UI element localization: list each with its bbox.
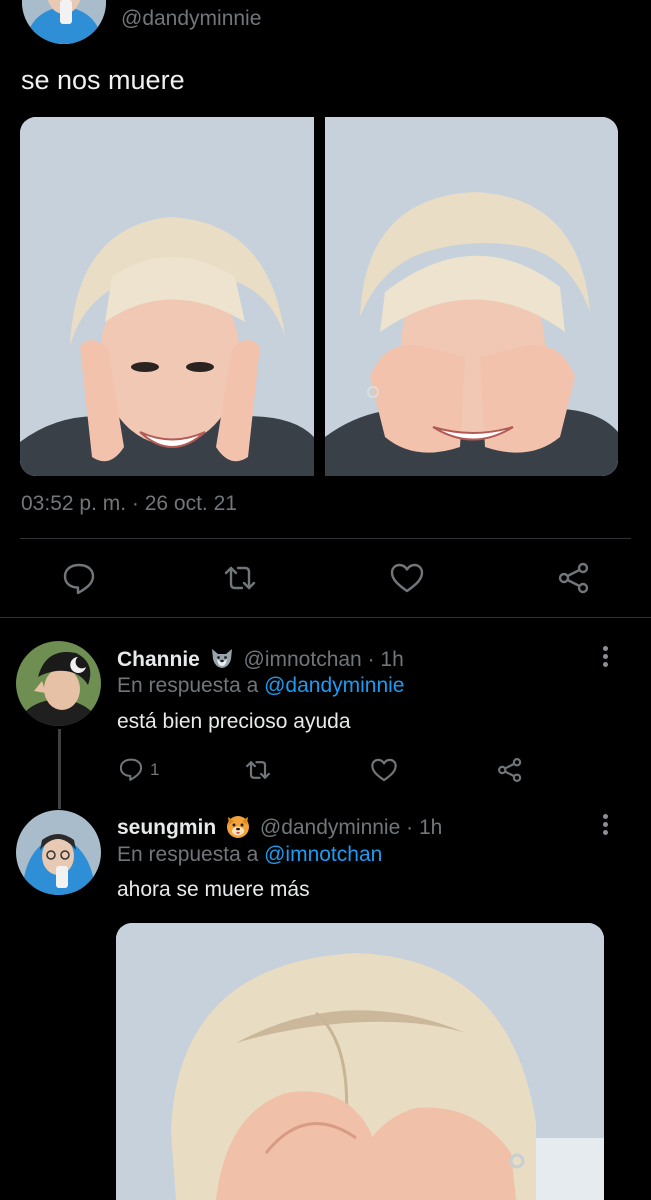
more-options-icon[interactable] [602,0,622,8]
tweet-text: se nos muere [21,65,185,95]
share-icon[interactable] [496,756,524,784]
reply-author-handle[interactable]: @dandyminnie [260,816,400,839]
reply-time[interactable]: 1h [419,816,442,839]
reply-author-handle[interactable]: @imnotchan [244,648,362,671]
reply-time[interactable]: 1h [380,648,403,671]
in-reply-to: En respuesta a @imnotchan [117,843,382,867]
in-reply-to-link[interactable]: @dandyminnie [264,674,404,697]
retweet-icon[interactable] [222,560,258,596]
reply-text: ahora se muere más [117,878,310,901]
in-reply-to: En respuesta a @dandyminnie [117,674,405,698]
tweet-photo-2[interactable] [325,117,618,476]
retweet-icon[interactable] [244,756,272,784]
tweet-photo-1[interactable] [20,117,314,476]
reply-icon[interactable] [61,560,97,596]
wolf-icon [209,645,235,671]
reply-author-name[interactable]: seungmin [117,816,216,839]
reply-header: seungmin @dandyminnie · 1h [117,813,442,840]
reply-header: Channie @imnotchan · 1h [117,645,404,672]
reply-avatar[interactable] [16,810,101,895]
share-icon[interactable] [556,560,592,596]
like-icon[interactable] [370,756,398,784]
in-reply-to-label: En respuesta a [117,843,265,866]
reply-author-name[interactable]: Channie [117,648,200,671]
like-icon[interactable] [389,560,425,596]
tweet-timestamp[interactable]: 03:52 p. m. · 26 oct. 21 [21,492,237,516]
separator: · [361,648,381,671]
reply-count: 1 [150,760,160,779]
divider [20,538,631,539]
reply-avatar[interactable] [16,641,101,726]
reply-more-icon[interactable] [601,814,609,838]
in-reply-to-link[interactable]: @imnotchan [264,843,382,866]
reply-icon[interactable] [118,756,144,782]
author-handle[interactable]: @dandyminnie [121,7,261,31]
thread-line [58,729,61,809]
divider [0,617,651,618]
puppy-icon [225,813,251,839]
in-reply-to-label: En respuesta a [117,674,265,697]
reply-photo[interactable] [116,923,604,1200]
reply-more-icon[interactable] [601,646,609,670]
author-avatar[interactable] [22,0,106,44]
separator: · [400,816,419,839]
reply-text: está bien precioso ayuda [117,710,351,733]
